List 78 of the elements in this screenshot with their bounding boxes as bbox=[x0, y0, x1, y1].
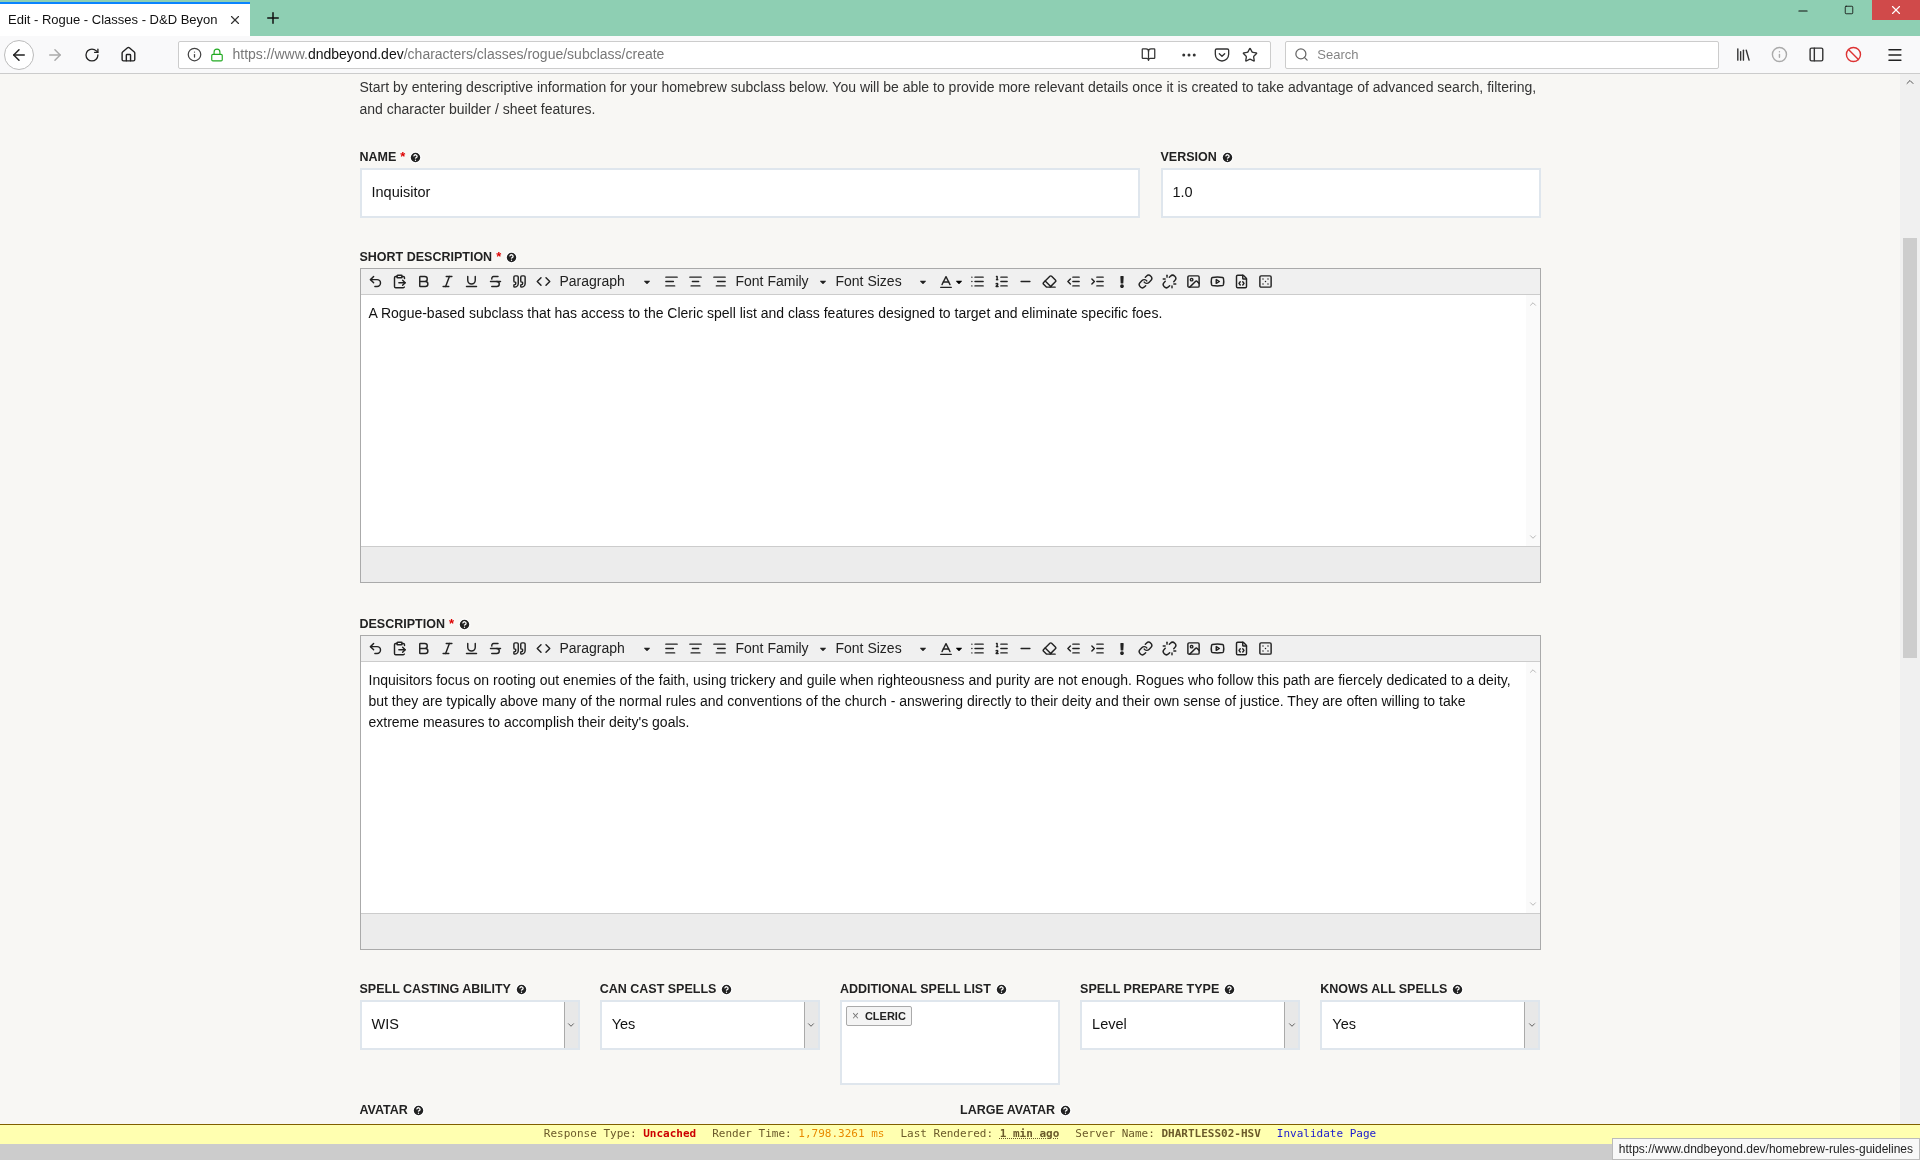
help-icon[interactable] bbox=[1223, 982, 1237, 996]
spell-list-tag[interactable]: × CLERIC bbox=[845, 1006, 912, 1026]
reader-view-icon[interactable] bbox=[1141, 47, 1157, 62]
help-icon[interactable] bbox=[458, 617, 471, 631]
select-field[interactable]: WIS bbox=[359, 1000, 580, 1050]
search-icon bbox=[1294, 47, 1310, 62]
help-icon[interactable] bbox=[720, 982, 734, 996]
library-icon[interactable] bbox=[1734, 46, 1752, 63]
search-input: Search bbox=[1317, 44, 1710, 65]
debug-info: Response Type: Uncached bbox=[543, 1126, 697, 1143]
editor-text[interactable]: Inquisitors focus on rooting out enemies of the faith, using trickery and guile when righteousness and purity are not enough. Rogues who follow this path are fiercely dedicated to a deity, but they are typically above many of the normal rules and conventions of the church - answering directly to their deity and their own sense of justice. They are often willing to take extreme measures to accomplish their deity's goals. bbox=[360, 662, 1526, 913]
field-label: KNOWS ALL SPELLS bbox=[1320, 980, 1448, 998]
help-icon[interactable] bbox=[1059, 1103, 1073, 1117]
help-icon[interactable] bbox=[505, 250, 519, 264]
field-label: AVATAR bbox=[359, 1101, 408, 1119]
field-label: SPELL CASTING ABILITY bbox=[359, 980, 511, 998]
field-label: NAME bbox=[359, 148, 397, 166]
toolbar-dropdown[interactable]: Font Family bbox=[731, 637, 832, 660]
debug-info: Last Rendered: 1 min ago bbox=[900, 1126, 1060, 1143]
select-field[interactable]: Yes bbox=[1320, 1000, 1541, 1050]
select-field[interactable]: Yes bbox=[599, 1000, 820, 1050]
field-label: SPELL PREPARE TYPE bbox=[1080, 980, 1220, 998]
toolbar-dropdown[interactable]: Paragraph bbox=[555, 270, 656, 293]
field-label: CAN CAST SPELLS bbox=[599, 980, 717, 998]
field-label: VERSION bbox=[1160, 148, 1217, 166]
link-icon[interactable] bbox=[1135, 638, 1156, 659]
pocket-icon[interactable] bbox=[1214, 46, 1231, 63]
url-text: https://www.dndbeyond.dev/characters/classes/rogue/subclass/create bbox=[232, 45, 665, 64]
required-mark: * bbox=[448, 615, 454, 634]
back-button[interactable] bbox=[4, 39, 34, 70]
field-label: DESCRIPTION bbox=[359, 615, 445, 633]
text-color-icon bbox=[937, 640, 954, 657]
lock-icon bbox=[210, 47, 225, 62]
toolbar-dropdown[interactable]: Font Sizes bbox=[831, 270, 932, 293]
link-icon[interactable] bbox=[1135, 271, 1156, 292]
scrollbar-thumb[interactable] bbox=[1903, 238, 1917, 658]
select-field[interactable]: Level bbox=[1080, 1000, 1301, 1050]
debug-info: Server Name: DHARTLESS02-HSV bbox=[1075, 1126, 1261, 1143]
info-icon bbox=[187, 47, 203, 62]
blocked-icon[interactable] bbox=[1845, 46, 1863, 63]
intro-text: Start by entering descriptive information for your homebrew subclass below. You will be able to provide more relevant details once it is created to take advantage of advanced search, filtering, and character builder / sheet features. bbox=[359, 78, 1538, 119]
status-url-tooltip: https://www.dndbeyond.dev/homebrew-rules-guidelines bbox=[1611, 1138, 1920, 1160]
help-icon[interactable] bbox=[1451, 982, 1465, 996]
tag-select-field[interactable]: × CLERIC bbox=[839, 1000, 1061, 1085]
new-tab-icon[interactable] bbox=[264, 9, 282, 27]
sidebar-icon[interactable] bbox=[1808, 46, 1826, 63]
field-label: ADDITIONAL SPELL LIST bbox=[839, 980, 991, 998]
text-input[interactable]: 1.0 bbox=[1160, 168, 1541, 218]
text-input[interactable]: Inquisitor bbox=[359, 168, 1140, 218]
help-icon[interactable] bbox=[1220, 150, 1234, 164]
toolbar-dropdown[interactable]: Font Sizes bbox=[831, 637, 932, 660]
editor-text[interactable]: A Rogue-based subclass that has access to the Cleric spell list and class features designed to target and eliminate specific foes. bbox=[360, 295, 1526, 546]
toolbar-dropdown[interactable]: Paragraph bbox=[555, 637, 656, 660]
bookmark-star-icon[interactable] bbox=[1242, 46, 1259, 63]
toolbar-dropdown[interactable]: Font Family bbox=[731, 270, 832, 293]
browser-tab[interactable]: Edit - Rogue - Classes - D&D Beyon bbox=[0, 2, 250, 36]
required-mark: * bbox=[400, 148, 406, 167]
remove-tag[interactable]: × bbox=[851, 1007, 859, 1025]
field-label: LARGE AVATAR bbox=[960, 1101, 1056, 1119]
unlink-icon[interactable] bbox=[1159, 271, 1180, 292]
required-mark: * bbox=[496, 248, 502, 267]
help-icon[interactable] bbox=[411, 1103, 425, 1117]
help-icon[interactable] bbox=[514, 982, 528, 996]
invalidate-page-link[interactable]: Invalidate Page bbox=[1276, 1126, 1377, 1143]
reload-icon[interactable] bbox=[83, 46, 100, 63]
text-color-icon bbox=[937, 273, 954, 290]
tab-title: Edit - Rogue - Classes - D&D Beyon bbox=[8, 11, 219, 30]
field-label: SHORT DESCRIPTION bbox=[359, 248, 493, 266]
address-bar[interactable]: https://www.dndbeyond.dev/characters/classes/rogue/subclass/create bbox=[178, 40, 1272, 69]
close-tab-icon[interactable] bbox=[228, 13, 242, 27]
search-field[interactable]: Search bbox=[1285, 40, 1719, 69]
help-icon[interactable] bbox=[994, 982, 1008, 996]
page-scrollbar[interactable] bbox=[1900, 74, 1920, 1124]
unlink-icon[interactable] bbox=[1159, 638, 1180, 659]
debug-info: Render Time: 1,798.3261 ms bbox=[712, 1126, 885, 1143]
home-icon[interactable] bbox=[119, 46, 137, 63]
help-icon[interactable] bbox=[409, 150, 423, 164]
close-icon bbox=[1889, 3, 1903, 17]
